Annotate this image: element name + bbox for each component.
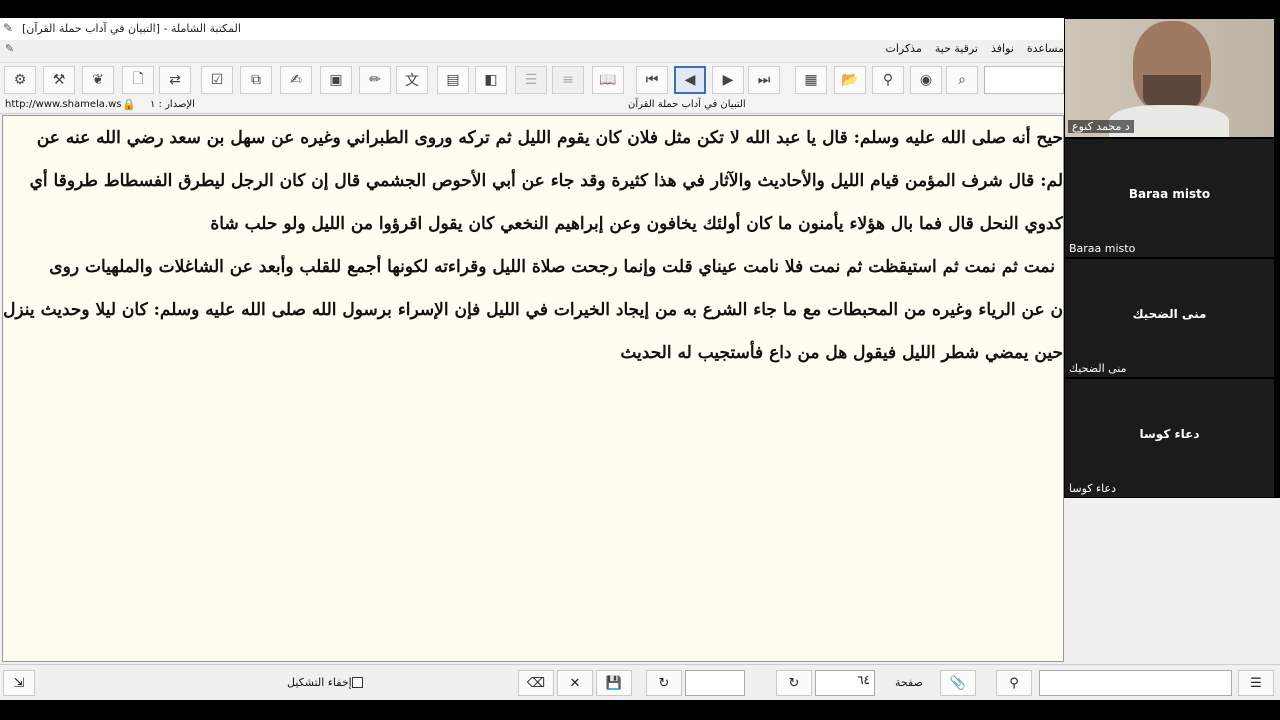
close-icon[interactable]: ✕ [557,670,593,696]
video-call-panel: د محمد كنوع Baraa misto Baraa misto منى … [1064,18,1280,498]
page-number-input[interactable]: ٦٤ [815,670,875,696]
menu-live-update[interactable]: ترقية حية [935,42,978,60]
menu-help[interactable]: مساعدة [1027,42,1064,60]
page-label: صفحة [895,676,923,689]
part-input[interactable] [685,670,745,696]
binoculars-search-icon[interactable]: ⚲ [996,670,1032,696]
menu-lines-icon[interactable]: ☰ [1238,670,1274,696]
eraser-icon[interactable]: ⌫ [518,670,554,696]
hide-diacritics-checkbox[interactable] [352,677,363,688]
pencil-icon[interactable]: ✏ [359,66,391,94]
menu-windows[interactable]: نوافذ [991,42,1014,60]
settings-icon[interactable]: ⚙ [4,66,36,94]
export-icon[interactable]: ⇲ [3,670,35,696]
participant-label: منى الضحيك [1069,362,1127,375]
attachment-icon[interactable]: 📎 [940,670,976,696]
text-line: ن عن الرياء وغيره من المحبطات مع ما جاء … [3,300,1063,320]
leaf-icon[interactable]: ❦ [82,66,114,94]
window-title: المكتبة الشاملة - [التبيان في آداب حملة … [22,22,241,35]
image-icon[interactable]: ▣ [320,66,352,94]
toolbar-search-input[interactable] [984,66,1064,94]
hide-diacritics-label: إخفاء التشكيل [287,676,352,689]
title-bar: ✎ المكتبة الشاملة - [التبيان في آداب حمل… [0,18,1064,40]
text-line: نمت ثم نمت ثم استيقظت ثم نمت فلا نامت عي… [49,257,1055,277]
participant-tile[interactable]: دعاء كوسا دعاء كوسا [1065,379,1274,497]
menu-bar: مساعدة نوافذ ترقية حية مذكرات [885,42,1064,60]
participant-tile[interactable]: منى الضحيك منى الضحيك [1065,259,1274,377]
translate-icon[interactable]: 文 [396,66,428,94]
participant-name: د محمد كنوع [1068,120,1134,133]
go-page-icon[interactable]: ↻ [776,670,812,696]
edit-document-icon[interactable]: ✍ [280,66,312,94]
new-document-icon[interactable]: 🗋 [122,66,154,94]
participant-name: Baraa misto [1128,187,1211,201]
info-bar: http://www.shamela.ws 🔒 الإصدار : ١ التب… [0,97,1064,114]
participant-label: Baraa misto [1069,242,1136,255]
checklist-icon[interactable]: ☑ [201,66,233,94]
last-page-icon[interactable]: ⏭ [748,66,780,94]
text-line: حين يمضي شطر الليل فيقول هل من داع فأستج… [620,343,1063,363]
binoculars-icon[interactable]: ⚲ [872,66,904,94]
participant-label: دعاء كوسا [1069,482,1116,495]
bottom-toolbar: ⇲ إخفاء التشكيل ⌫ ✕ 💾 ↻ ↻ ٦٤ صفحة 📎 ⚲ ☰ [0,664,1280,701]
lock-icon: 🔒 [122,98,136,111]
pdf-icon[interactable]: ◧ [475,66,507,94]
menu-notes[interactable]: مذكرات [885,42,921,60]
book-title: التبيان في آداب حملة القرآن [628,99,746,110]
replace-icon[interactable]: ⇄ [159,66,191,94]
open-folder-icon[interactable]: 📂 [834,66,866,94]
justify-icon[interactable]: ≡ [552,66,584,94]
next-page-icon[interactable]: ▶ [712,66,744,94]
first-page-icon[interactable]: ⏮ [636,66,668,94]
book-window-icon[interactable]: ✎ [5,42,21,55]
participant-tile[interactable]: Baraa misto Baraa misto [1065,139,1274,257]
tools-icon[interactable]: ⚒ [43,66,75,94]
align-list-icon[interactable]: ☰ [515,66,547,94]
save-icon[interactable]: 💾 [596,670,632,696]
bottom-search-input[interactable] [1039,670,1232,696]
globe-icon[interactable]: ◉ [910,66,942,94]
previous-page-icon[interactable]: ◀ [674,66,706,94]
text-line: كدوي النحل قال فما بال هؤلاء يأمنون ما ك… [210,214,1063,234]
text-line: حيح أنه صلى الله عليه وسلم: قال يا عبد ا… [36,128,1063,148]
book-text-pane[interactable]: حيح أنه صلى الله عليه وسلم: قال يا عبد ا… [2,115,1064,662]
text-line: لم: قال شرف المؤمن قيام الليل والأحاديث … [29,171,1063,191]
version-label: الإصدار : ١ [150,99,195,110]
open-book-icon[interactable]: 📖 [592,66,624,94]
copy-icon[interactable]: ⧉ [240,66,272,94]
library-icon[interactable]: ▦ [795,66,827,94]
app-logo-icon: ✎ [3,21,14,35]
refresh-icon[interactable]: ↻ [646,670,682,696]
participant-tile-camera[interactable]: د محمد كنوع [1065,19,1274,137]
website-url[interactable]: http://www.shamela.ws [5,99,121,110]
participant-name: دعاء كوسا [1139,427,1200,441]
search-results-icon[interactable]: ⌕ [946,66,978,94]
properties-icon[interactable]: ▤ [437,66,469,94]
participant-name: منى الضحيك [1132,307,1207,321]
main-toolbar: ⚙ ⚒ ❦ 🗋 ⇄ ☑ ⧉ ✍ ▣ ✏ 文 ▤ ◧ ☰ ≡ 📖 ⏮ ◀ ▶ ⏭ … [0,62,1064,98]
